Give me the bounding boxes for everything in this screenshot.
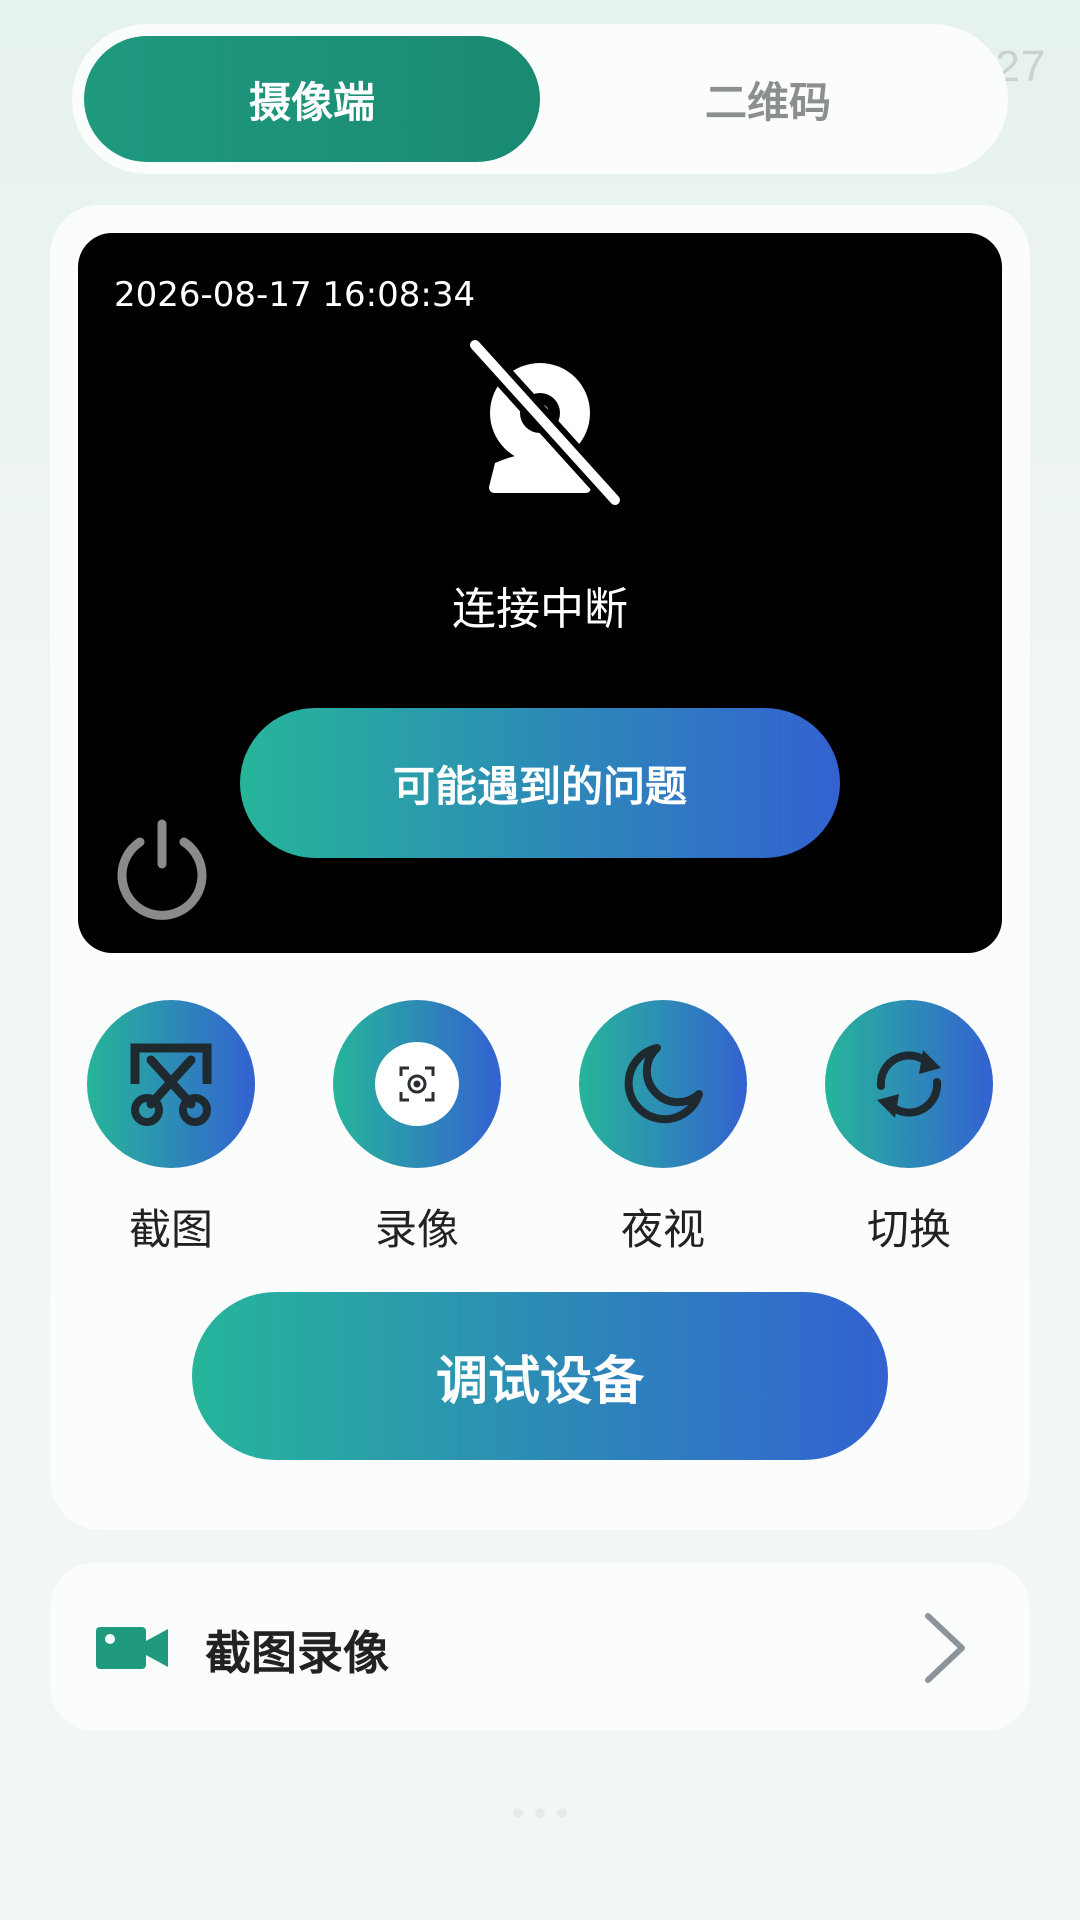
page-dot	[557, 1808, 567, 1818]
debug-device-button[interactable]: 调试设备	[192, 1292, 888, 1460]
switch-refresh-icon	[876, 1050, 942, 1118]
possible-problems-button[interactable]: 可能遇到的问题	[240, 708, 840, 858]
tab-bar: 摄像端 二维码	[72, 24, 1008, 174]
record-focus-icon	[375, 1042, 459, 1126]
page-dot	[535, 1808, 545, 1818]
tab-qrcode[interactable]: 二维码	[540, 36, 996, 162]
camera-off-icon	[465, 335, 625, 510]
screenshot-scissors-icon	[130, 1043, 212, 1126]
feature-label: 录像	[374, 1205, 459, 1254]
video-camera-icon	[96, 1627, 168, 1669]
power-icon[interactable]	[110, 818, 214, 922]
video-timestamp: 2026-08-17 16:08:34	[114, 275, 476, 315]
tab-camera[interactable]: 摄像端	[84, 36, 540, 162]
feature-night-vision[interactable]: 夜视	[578, 1000, 748, 1257]
list-item-label: 截图录像	[205, 1626, 389, 1680]
feature-record[interactable]: 录像	[332, 1000, 502, 1257]
moon-icon	[624, 1044, 703, 1124]
feature-label: 夜视	[620, 1205, 705, 1254]
page-dot	[513, 1808, 523, 1818]
feature-label: 截图	[128, 1205, 213, 1254]
page-indicator	[500, 1808, 580, 1818]
connection-status: 连接中断	[452, 584, 628, 635]
chevron-right-icon[interactable]	[920, 1610, 970, 1686]
feature-switch[interactable]: 切换	[824, 1000, 994, 1257]
list-item-screenshot-recording[interactable]	[50, 1563, 1030, 1731]
night-vision-button[interactable]	[579, 1000, 747, 1168]
screenshot-button[interactable]	[87, 1000, 255, 1168]
switch-button[interactable]	[825, 1000, 993, 1168]
feature-label: 切换	[866, 1205, 951, 1254]
record-button[interactable]	[333, 1000, 501, 1168]
feature-screenshot[interactable]: 截图	[86, 1000, 256, 1257]
